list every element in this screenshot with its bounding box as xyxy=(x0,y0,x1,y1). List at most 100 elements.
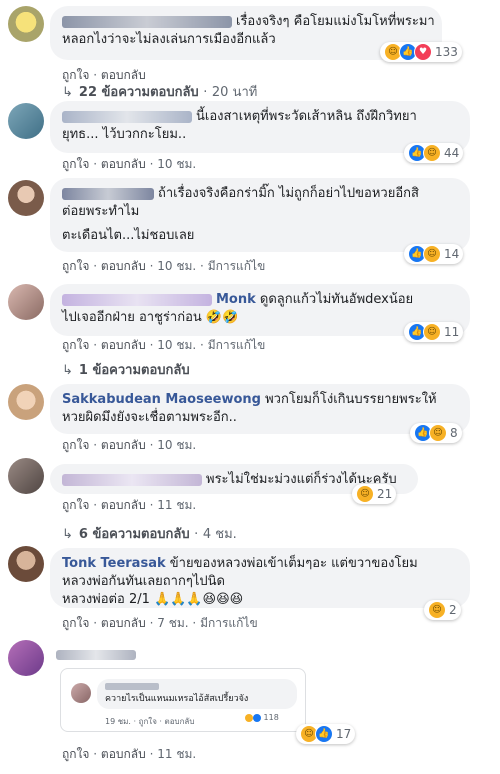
author-name-blurred[interactable] xyxy=(62,187,154,200)
separator: · xyxy=(93,68,98,82)
author-name[interactable]: Monk xyxy=(216,292,256,307)
reaction-count: 17 xyxy=(336,727,352,741)
author-name-blurred[interactable] xyxy=(62,110,192,123)
comment-actions: ถูกใจ · ตอบกลับ · 10 ชม. · มีการแก้ไข xyxy=(62,336,265,355)
avatar[interactable] xyxy=(8,640,44,676)
separator: · xyxy=(149,616,154,630)
author-name-blurred[interactable] xyxy=(62,293,212,306)
reply-link[interactable]: ตอบกลับ xyxy=(101,616,146,630)
like-link[interactable]: ถูกใจ xyxy=(62,157,89,171)
reply-link[interactable]: ตอบกลับ xyxy=(101,157,146,171)
reply-link[interactable]: ตอบกลับ xyxy=(101,259,146,273)
author-name[interactable]: Tonk Teerasak xyxy=(62,556,166,571)
embedded-image[interactable]: ควายไรเป็นแหนมเหรอไอ้สัสเปรี้ยวจัง 19 ชม… xyxy=(60,668,306,732)
like-link[interactable]: ถูกใจ xyxy=(62,498,89,512)
reply-link[interactable]: ตอบกลับ xyxy=(101,338,146,352)
author-name-blurred xyxy=(105,683,159,690)
reaction-summary[interactable]: ☺ 2 xyxy=(424,600,461,620)
reaction-count: 133 xyxy=(435,45,458,59)
comment-actions: ถูกใจ · ตอบกลับ · 10 ชม. · มีการแก้ไข xyxy=(62,257,265,276)
comment-text: ตะเดือนไต...ไม่ชอบเลย xyxy=(62,228,195,243)
timestamp[interactable]: 11 ชม. xyxy=(157,747,196,761)
comment-text: ต่อยพระทำไม xyxy=(62,204,140,219)
reply-arrow-icon: ↳ xyxy=(62,85,73,100)
author-name-blurred[interactable] xyxy=(56,650,136,660)
reaction-count: 2 xyxy=(449,603,457,617)
like-link[interactable]: ถูกใจ xyxy=(62,616,89,630)
reply-arrow-icon: ↳ xyxy=(62,363,73,378)
author-name-blurred[interactable] xyxy=(62,473,202,486)
love-icon: ♥ xyxy=(414,43,432,61)
comment-bubble: Tonk Teerasak ข้ายของหลวงพ่อเข้าเต็มๆอะ … xyxy=(50,548,470,608)
avatar[interactable] xyxy=(8,546,44,582)
author-name-blurred[interactable] xyxy=(62,15,232,28)
timestamp[interactable]: 10 ชม. xyxy=(157,259,196,273)
reaction-summary[interactable]: 👍 ☺ 8 xyxy=(410,423,462,443)
reply-link[interactable]: ตอบกลับ xyxy=(101,68,146,82)
like-icon: 👍 xyxy=(315,725,333,743)
reply-link[interactable]: ตอบกลับ xyxy=(101,498,146,512)
view-replies-link[interactable]: ↳ 6 ข้อความตอบกลับ · 4 ชม. xyxy=(62,523,237,544)
haha-icon: ☺ xyxy=(356,485,374,503)
haha-icon: ☺ xyxy=(429,424,447,442)
like-link[interactable]: ถูกใจ xyxy=(62,338,89,352)
separator: · xyxy=(192,616,197,630)
reaction-summary[interactable]: 👍 ☺ 11 xyxy=(404,322,464,342)
separator: · xyxy=(93,616,98,630)
inner-reaction: 118 xyxy=(245,713,279,722)
avatar[interactable] xyxy=(8,180,44,216)
separator: · xyxy=(93,259,98,273)
avatar[interactable] xyxy=(8,6,44,42)
separator: · xyxy=(149,498,154,512)
replies-time: 4 ชม. xyxy=(202,527,237,542)
separator: · xyxy=(93,438,98,452)
comment-text: ข้ายของหลวงพ่อเข้าเต็มๆอะ แต่ขวาของโยม xyxy=(169,556,418,571)
reply-link[interactable]: ตอบกลับ xyxy=(101,438,146,452)
like-link[interactable]: ถูกใจ xyxy=(62,259,89,273)
comment-bubble: Sakkabudean Maoseewong พวกโยมก็โง่เกินบร… xyxy=(50,384,470,434)
timestamp[interactable]: 10 ชม. xyxy=(157,338,196,352)
separator: · xyxy=(149,157,154,171)
comment-text: หวยผิดมึงยังจะเชื่อตามพระอีก.. xyxy=(62,410,237,425)
replies-count: 6 ข้อความตอบกลับ xyxy=(78,527,190,542)
edited-label[interactable]: มีการแก้ไข xyxy=(208,259,266,273)
comment-text: นี้เองสาเหตุที่พระวัดเส้าหลิน ถึงฝึกวิทย… xyxy=(196,109,417,124)
like-icon xyxy=(253,713,261,722)
timestamp[interactable]: 7 ชม. xyxy=(157,616,188,630)
like-link[interactable]: ถูกใจ xyxy=(62,438,89,452)
timestamp[interactable]: 10 ชม. xyxy=(157,157,196,171)
comment-text: หลวงพ่อกันทันเลยถากๆไปนิด xyxy=(62,574,225,589)
reaction-summary[interactable]: ☺ 👍 17 xyxy=(296,724,356,744)
edited-label[interactable]: มีการแก้ไข xyxy=(200,616,258,630)
reaction-count: 11 xyxy=(444,325,460,339)
comment-actions: ถูกใจ · ตอบกลับ · 11 ชม. xyxy=(62,745,196,764)
avatar[interactable] xyxy=(8,284,44,320)
like-link[interactable]: ถูกใจ xyxy=(62,68,89,82)
avatar[interactable] xyxy=(8,103,44,139)
reaction-summary[interactable]: 👍 ☺ 14 xyxy=(404,244,464,264)
comment-text: เรื่องจริงๆ คือโยมแม่งโมโหที่พระมา xyxy=(236,14,435,29)
reply-link[interactable]: ตอบกลับ xyxy=(101,747,146,761)
reaction-summary[interactable]: ☺ 👍 ♥ 133 xyxy=(380,42,462,62)
timestamp[interactable]: 10 ชม. xyxy=(157,438,196,452)
avatar[interactable] xyxy=(8,384,44,420)
avatar[interactable] xyxy=(8,458,44,494)
inner-comment-text: ควายไรเป็นแหนมเหรอไอ้สัสเปรี้ยวจัง xyxy=(105,694,249,704)
separator: · xyxy=(93,338,98,352)
haha-icon: ☺ xyxy=(423,323,441,341)
author-name[interactable]: Sakkabudean Maoseewong xyxy=(62,392,261,407)
view-replies-link[interactable]: ↳ 22 ข้อความตอบกลับ · 20 นาที xyxy=(62,81,257,102)
reaction-summary[interactable]: ☺ 21 xyxy=(352,484,397,504)
haha-icon: ☺ xyxy=(423,144,441,162)
comment-text: ยุทธ... ไว้บวกกะโยม.. xyxy=(62,127,187,142)
separator: · xyxy=(93,747,98,761)
view-replies-link[interactable]: ↳ 1 ข้อความตอบกลับ xyxy=(62,359,190,380)
like-link[interactable]: ถูกใจ xyxy=(62,747,89,761)
avatar xyxy=(71,683,91,703)
separator: · xyxy=(149,747,154,761)
replies-time: 20 นาที xyxy=(211,85,258,100)
reaction-summary[interactable]: 👍 ☺ 44 xyxy=(404,143,464,163)
edited-label[interactable]: มีการแก้ไข xyxy=(208,338,266,352)
timestamp[interactable]: 11 ชม. xyxy=(157,498,196,512)
comment-text: ถ้าเรื่องจริงคือกร่ามิ๊ก ไม่ถูกก็อย่าไปข… xyxy=(158,186,419,201)
